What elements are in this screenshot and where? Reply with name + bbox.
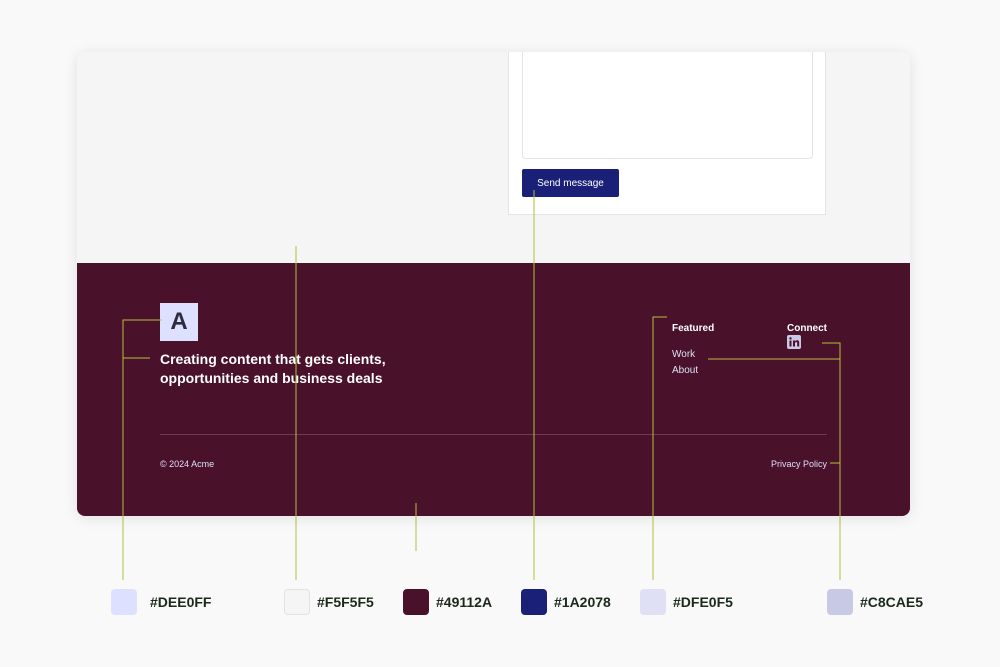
annotation-line-logo xyxy=(122,319,162,580)
swatch-label-49112a: #49112A xyxy=(436,594,493,610)
annotation-line-featured xyxy=(652,316,667,580)
swatch-dee0ff xyxy=(111,589,137,615)
swatch-f5f5f5 xyxy=(284,589,310,615)
swatch-label-f5f5f5: #F5F5F5 xyxy=(317,594,374,610)
swatch-1a2078 xyxy=(521,589,547,615)
swatch-label-1a2078: #1A2078 xyxy=(554,594,611,610)
swatch-label-c8cae5: #C8CAE5 xyxy=(860,594,924,610)
swatch-49112a xyxy=(403,589,429,615)
swatch-c8cae5 xyxy=(827,589,853,615)
swatch-label-dfe0f5: #DFE0F5 xyxy=(673,594,733,610)
annotation-lines xyxy=(122,190,841,580)
swatch-dfe0f5 xyxy=(640,589,666,615)
annotation-line-linkedin xyxy=(822,342,841,580)
swatch-label-dee0ff: #DEE0FF xyxy=(150,594,212,610)
